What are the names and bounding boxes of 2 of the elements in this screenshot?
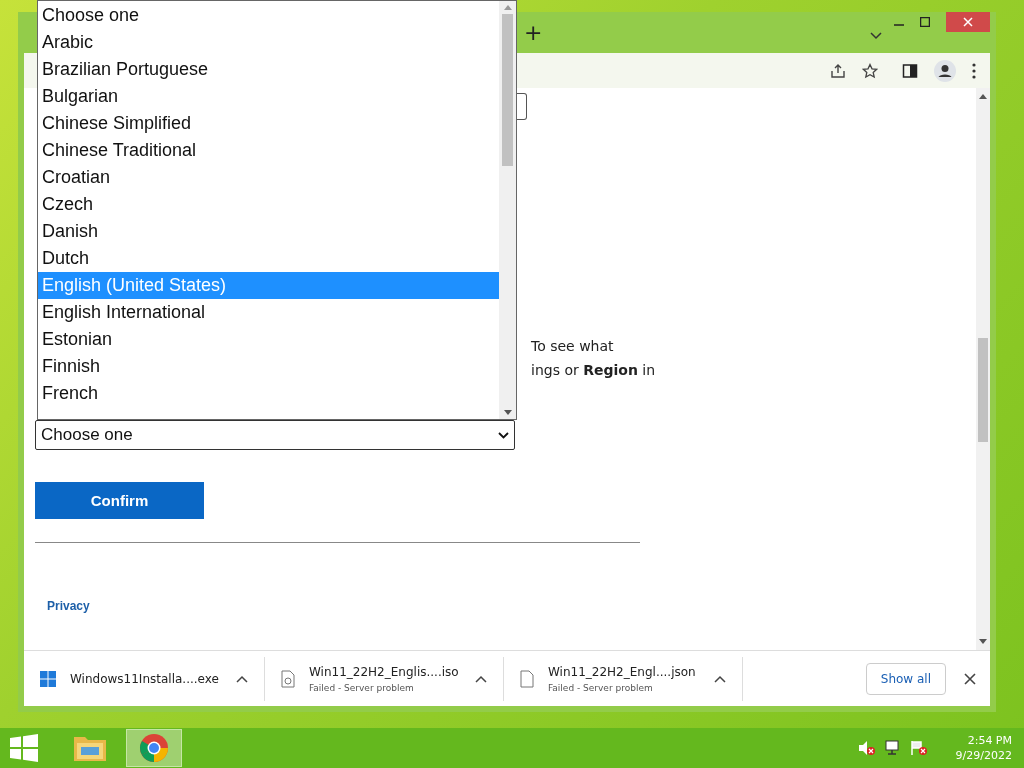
body-text: To see what	[531, 337, 615, 356]
body-text: ings or Region in	[531, 361, 657, 380]
